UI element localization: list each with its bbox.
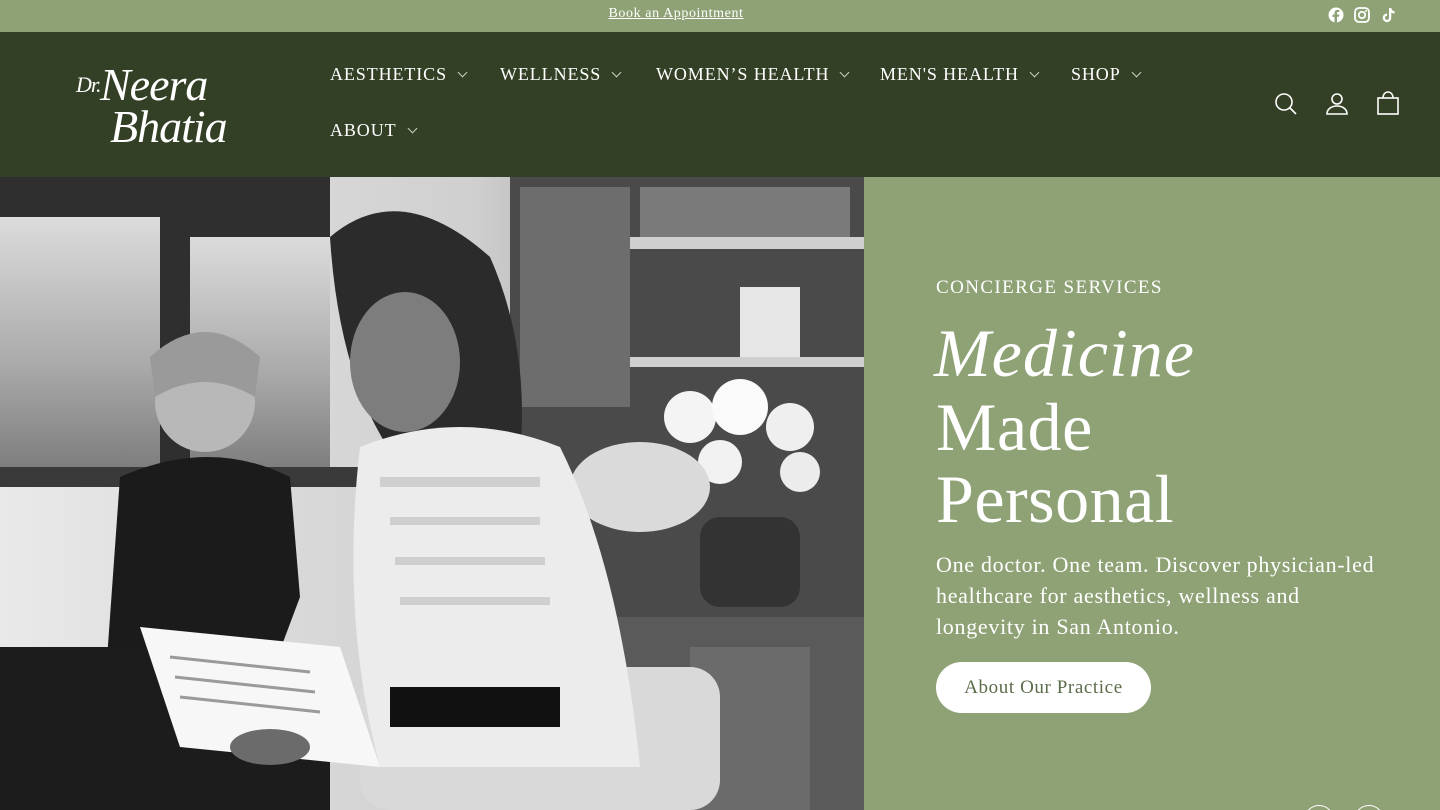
hero-eyebrow: CONCIERGE SERVICES <box>936 277 1163 298</box>
nav-item-aesthetics[interactable]: AESTHETICS <box>330 64 468 85</box>
nav-item-label: WOMEN’S HEALTH <box>656 64 830 84</box>
chevron-down-icon <box>1029 67 1040 78</box>
about-practice-button[interactable]: About Our Practice <box>936 662 1151 713</box>
instagram-icon[interactable] <box>1354 7 1370 23</box>
logo-last-name: Bhatia <box>110 101 228 152</box>
hero-heading-line2: Made <box>936 389 1093 465</box>
chevron-down-icon <box>1131 67 1142 78</box>
header-actions <box>1274 90 1400 116</box>
nav-item-shop[interactable]: SHOP <box>1071 64 1142 85</box>
cart-icon[interactable] <box>1376 90 1400 116</box>
chevron-down-icon <box>839 67 850 78</box>
hero-text-panel: CONCIERGE SERVICES Medicine Made Persona… <box>864 177 1440 810</box>
slide-next-button[interactable] <box>1354 805 1384 810</box>
nav-item-label: MEN'S HEALTH <box>880 64 1019 84</box>
chevron-down-icon <box>457 67 468 78</box>
site-header: Dr. Neera Bhatia AESTHETICS WELLNESS WOM… <box>0 32 1440 177</box>
search-icon[interactable] <box>1274 90 1298 116</box>
facebook-icon[interactable] <box>1328 7 1344 23</box>
book-appointment-link[interactable]: Book an Appointment <box>0 6 1352 22</box>
slide-prev-button[interactable] <box>1304 805 1334 810</box>
nav-item-mens-health[interactable]: MEN'S HEALTH <box>880 64 1040 85</box>
hero-description: One doctor. One team. Discover physician… <box>936 552 1375 639</box>
nav-item-about[interactable]: ABOUT <box>330 120 417 141</box>
chevron-down-icon <box>407 123 417 134</box>
hero-heading-line1: Medicine <box>934 315 1195 391</box>
nav-item-label: WELLNESS <box>500 64 602 84</box>
nav-item-label: ABOUT <box>330 120 397 140</box>
nav-item-label: AESTHETICS <box>330 64 447 84</box>
announcement-bar: Book an Appointment <box>0 0 1440 32</box>
logo-prefix: Dr. <box>76 72 101 97</box>
chevron-down-icon <box>611 67 622 78</box>
nav-item-wellness[interactable]: WELLNESS <box>500 64 622 85</box>
nav-item-womens-health[interactable]: WOMEN’S HEALTH <box>656 64 850 85</box>
nav-item-label: SHOP <box>1071 64 1121 84</box>
account-icon[interactable] <box>1325 90 1349 116</box>
tiktok-icon[interactable] <box>1380 7 1396 23</box>
brand-logo[interactable]: Dr. Neera Bhatia <box>74 59 266 152</box>
social-links <box>1328 7 1396 23</box>
hero-heading-line3: Personal <box>936 461 1175 537</box>
slider-controls <box>1304 805 1384 810</box>
hero-image <box>0 177 864 810</box>
